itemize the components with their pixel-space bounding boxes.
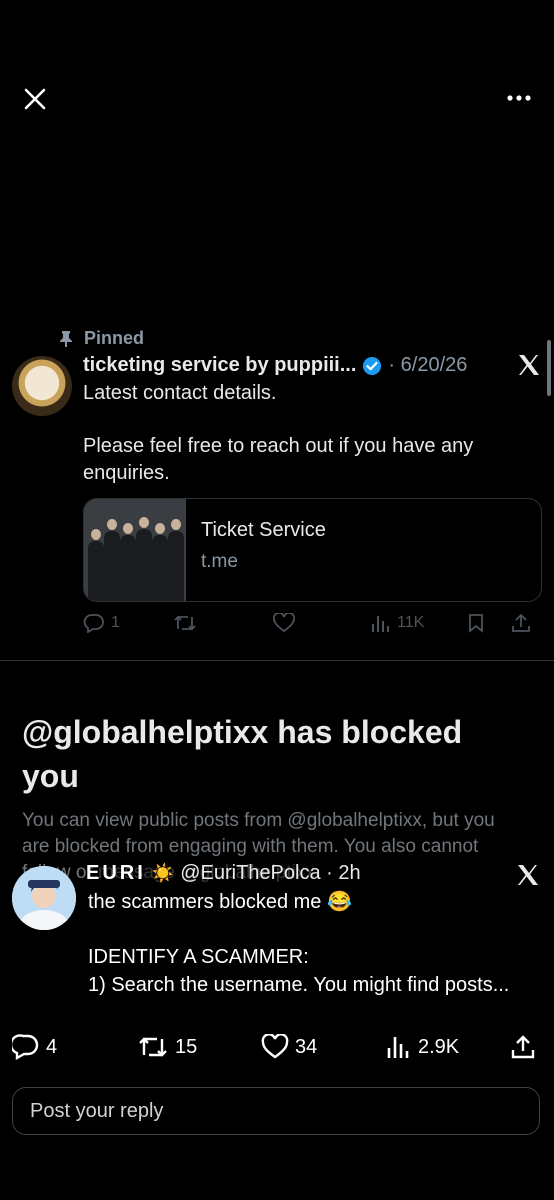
tweet-text-line: the scammers blocked me 😂: [88, 891, 352, 913]
views-count: 11K: [397, 614, 425, 631]
share-button[interactable]: [511, 613, 531, 633]
bookmark-button[interactable]: [467, 613, 511, 633]
bookmark-icon: [469, 614, 483, 633]
share-icon: [512, 613, 530, 632]
handle-and-time[interactable]: @EuriThePolca · 2h: [180, 862, 360, 885]
card-thumbnail: [84, 499, 186, 601]
grok-x-icon[interactable]: [515, 862, 541, 888]
share-icon: [511, 1035, 535, 1059]
views-button[interactable]: 2.9K: [386, 1034, 510, 1060]
tweet-text-line: Please feel free to reach out if you hav…: [83, 435, 474, 484]
reply-input[interactable]: Post your reply: [12, 1087, 540, 1135]
verified-badge-icon: [363, 356, 382, 375]
tweet-header: ticketing service by puppiii... · 6/20/2…: [83, 354, 467, 377]
scrollbar-thumb[interactable]: [547, 340, 551, 396]
display-name[interactable]: EURI: [86, 862, 146, 885]
heart-icon: [261, 1034, 289, 1059]
avatar[interactable]: [12, 356, 72, 416]
repost-count: 15: [175, 1035, 198, 1058]
like-button[interactable]: [273, 613, 371, 633]
reply-icon: [12, 1034, 39, 1060]
tweet-text-line: Latest contact details.: [83, 382, 277, 404]
share-button[interactable]: [510, 1034, 536, 1060]
reply-button[interactable]: 4: [12, 1034, 137, 1060]
repost-button[interactable]: [173, 613, 273, 633]
close-icon[interactable]: [22, 86, 48, 112]
more-horizontal-icon[interactable]: [506, 94, 532, 102]
reply-button[interactable]: 1: [83, 613, 173, 633]
reply-count: 4: [46, 1035, 58, 1058]
pinned-indicator: Pinned: [58, 328, 144, 349]
tweet-header: EURI ☀️ @EuriThePolca · 2h: [86, 862, 361, 885]
tweet-action-bar: 1 11K: [83, 608, 543, 638]
views-button[interactable]: 11K: [371, 613, 467, 633]
pin-icon: [60, 330, 72, 347]
avatar-photo: [12, 866, 76, 930]
tweet-text-line: 1) Search the username. You might find p…: [88, 974, 510, 996]
tweet-action-bar: 4 15 34 2.9K: [12, 1032, 542, 1062]
heart-icon: [273, 613, 295, 633]
repost-button[interactable]: 15: [137, 1035, 261, 1059]
like-button[interactable]: 34: [261, 1034, 386, 1060]
blocked-title: @globalhelptixx has blocked you: [22, 714, 463, 794]
tweet-text: the scammers blocked me 😂 IDENTIFY A SCA…: [88, 888, 538, 999]
like-count: 34: [295, 1035, 318, 1058]
views-icon: [372, 616, 389, 632]
link-preview-card[interactable]: Ticket Service t.me: [83, 498, 542, 602]
grok-x-icon[interactable]: [516, 352, 542, 378]
reply-placeholder: Post your reply: [30, 1099, 164, 1122]
card-title: Ticket Service: [201, 519, 326, 541]
repost-icon: [139, 1037, 167, 1057]
avatar[interactable]: [12, 866, 76, 930]
reply-count: 1: [111, 614, 120, 631]
sun-emoji: ☀️: [151, 863, 175, 883]
divider: [0, 660, 554, 661]
display-name[interactable]: ticketing service by puppiii...: [83, 354, 356, 377]
tweet-text: Latest contact details. Please feel free…: [83, 380, 523, 513]
views-icon: [387, 1037, 409, 1058]
tweet-text-line: IDENTIFY A SCAMMER:: [88, 946, 309, 968]
views-count: 2.9K: [418, 1035, 460, 1058]
pinned-label: Pinned: [84, 328, 145, 348]
reply-icon: [83, 614, 104, 633]
tweet-date[interactable]: · 6/20/26: [388, 354, 467, 377]
repost-icon: [174, 615, 196, 631]
card-domain: t.me: [201, 551, 238, 572]
